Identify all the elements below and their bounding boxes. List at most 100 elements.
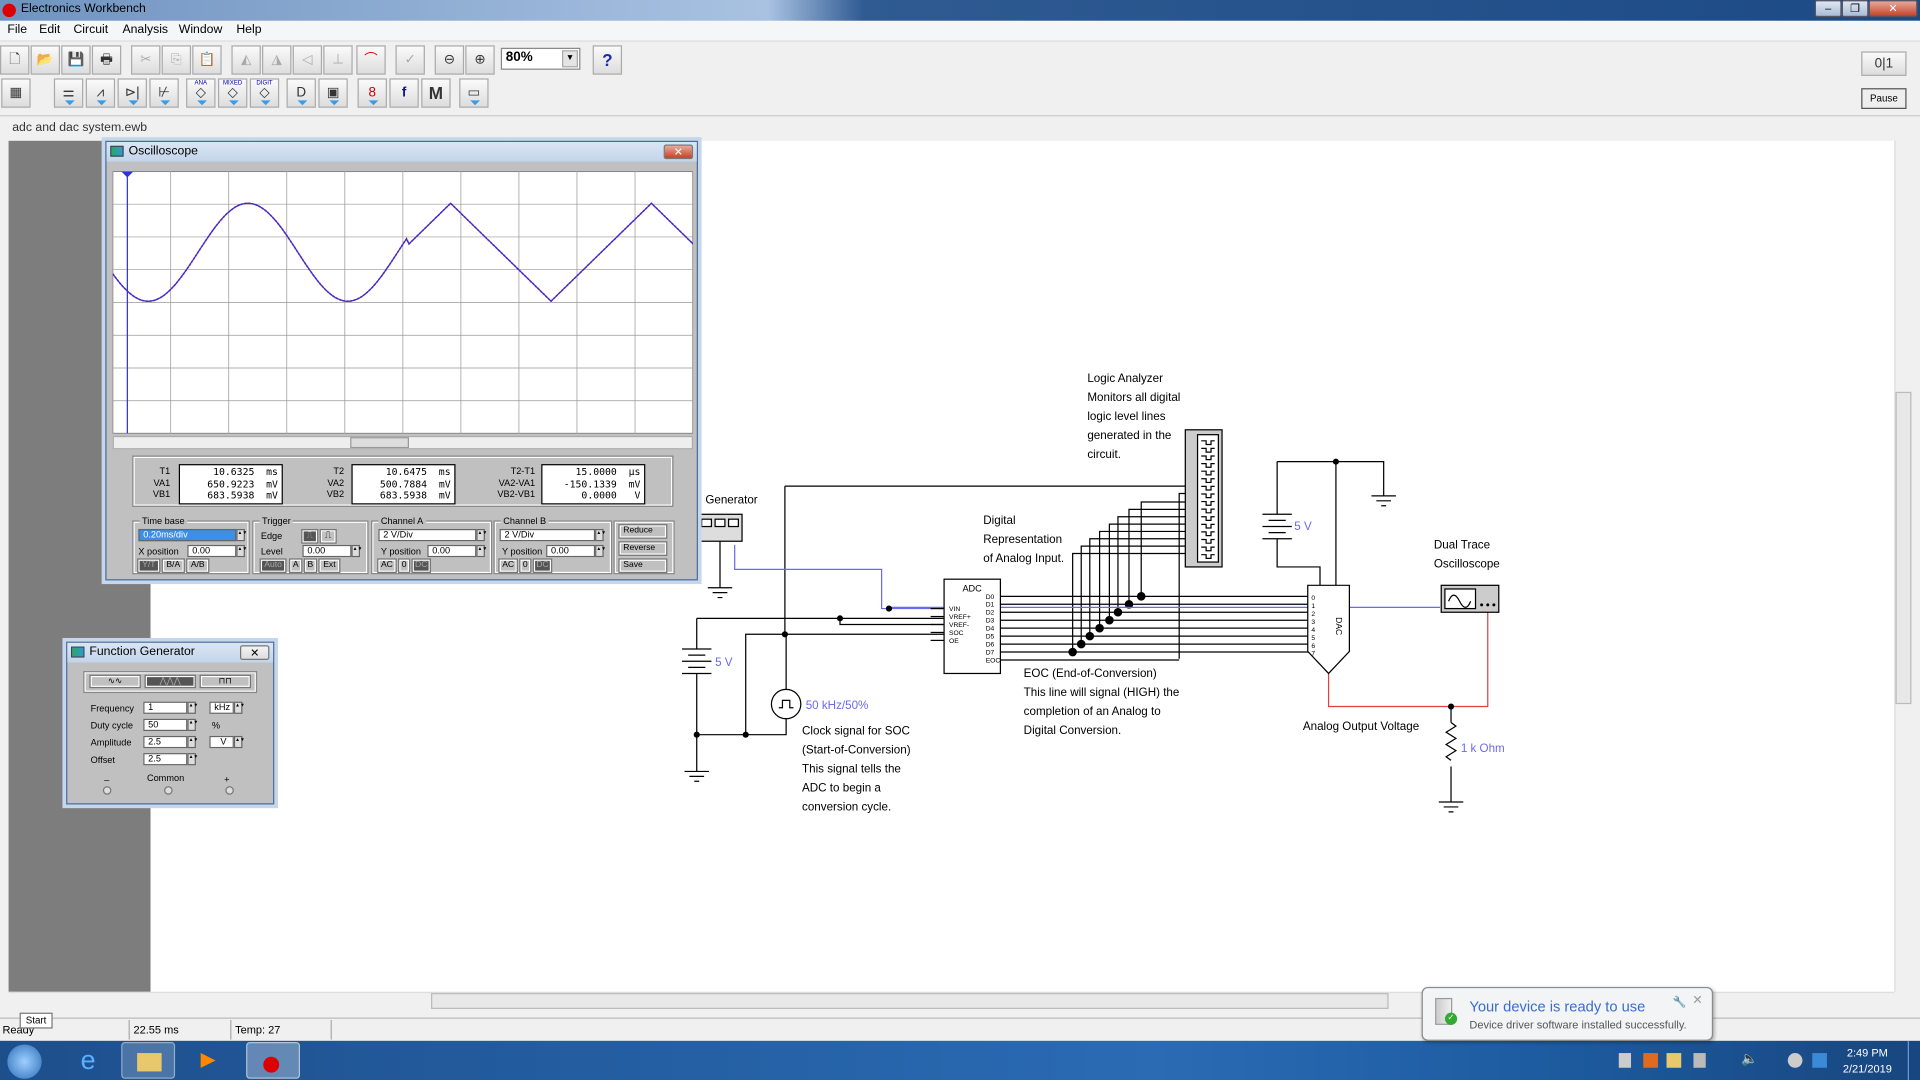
analog-ics-bin-icon[interactable]: ANA ◇: [186, 78, 216, 108]
controls-bin-icon[interactable]: f: [389, 78, 419, 108]
frequency-unit[interactable]: kHz: [209, 701, 234, 714]
subcircuit-icon[interactable]: ✓: [395, 45, 425, 75]
flip-vertical-icon[interactable]: ◁: [292, 45, 323, 75]
restore-button[interactable]: ❐: [1841, 0, 1869, 18]
mode-ab-button[interactable]: A/B: [186, 558, 210, 574]
frequency-spinner[interactable]: ▲▼: [187, 701, 198, 714]
offset-field[interactable]: 2.5: [143, 753, 188, 766]
xpos-field[interactable]: 0.00: [187, 544, 237, 558]
trigger-level-field[interactable]: 0.00: [302, 544, 352, 558]
menu-file[interactable]: File: [7, 23, 27, 36]
network-icon[interactable]: [1787, 1053, 1803, 1068]
trigger-ext-button[interactable]: Ext: [318, 558, 341, 574]
offset-spinner[interactable]: ▲▼: [187, 753, 198, 766]
duty-spinner[interactable]: ▲▼: [187, 718, 198, 732]
device-ready-icon[interactable]: [1693, 1053, 1706, 1068]
channel-a-scale-spinner[interactable]: ▲▼: [476, 528, 487, 542]
basic-bin-icon[interactable]: ⩘: [85, 78, 116, 108]
pause-button[interactable]: Pause: [1861, 88, 1907, 109]
settings-wrench-icon[interactable]: 🔧: [1673, 996, 1687, 1009]
rising-edge-icon[interactable]: ⎍: [301, 528, 319, 544]
chevron-down-icon[interactable]: ▼: [562, 50, 578, 68]
sine-wave-button[interactable]: ∿∿: [89, 674, 141, 689]
channel-a-dc-button[interactable]: DC: [411, 558, 432, 574]
miscellaneous-bin-icon[interactable]: M: [421, 78, 451, 108]
open-icon[interactable]: 📂: [30, 45, 61, 75]
internet-explorer-icon[interactable]: e: [61, 1042, 115, 1079]
save-icon[interactable]: 💾: [61, 45, 91, 75]
frequency-unit-spinner[interactable]: ▲▼: [233, 701, 245, 714]
close-icon[interactable]: ✕: [1692, 994, 1702, 1007]
trigger-auto-button[interactable]: Auto: [259, 558, 287, 574]
analysis-graphs-icon[interactable]: ⌒: [356, 45, 386, 75]
menu-circuit[interactable]: Circuit: [73, 23, 108, 36]
power-switch-icon[interactable]: 0|1: [1861, 51, 1907, 76]
frequency-field[interactable]: 1: [143, 701, 188, 714]
electronics-workbench-taskbar-icon[interactable]: [246, 1042, 301, 1079]
amplitude-unit-spinner[interactable]: ▲▼: [233, 735, 245, 749]
oscilloscope-component[interactable]: [1440, 584, 1500, 613]
amplitude-spinner[interactable]: ▲▼: [187, 735, 198, 749]
component-properties-icon[interactable]: ⊥: [323, 45, 353, 75]
vertical-scroll-thumb[interactable]: [1895, 391, 1912, 705]
triangle-wave-button[interactable]: ⋀⋀⋀: [144, 674, 196, 689]
system-clock[interactable]: 2:49 PM 2/21/2019: [1837, 1046, 1898, 1078]
function-generator-titlebar[interactable]: Function Generator ✕: [67, 642, 274, 663]
scope-screen[interactable]: [112, 171, 694, 434]
channel-b-scale[interactable]: 2 V/Div: [499, 528, 596, 542]
menu-edit[interactable]: Edit: [39, 23, 60, 36]
scope-scrollbar[interactable]: [112, 435, 694, 450]
show-desktop-button[interactable]: [1907, 1040, 1920, 1080]
square-wave-button[interactable]: ⊓⊓: [199, 674, 252, 689]
copy-icon[interactable]: ⎘: [161, 45, 192, 75]
reduce-button[interactable]: Reduce: [618, 524, 668, 539]
new-icon[interactable]: 🗋: [0, 45, 30, 75]
oscilloscope-titlebar[interactable]: Oscilloscope ✕: [106, 142, 697, 162]
flip-horizontal-icon[interactable]: ◮: [262, 45, 292, 75]
channel-a-scale[interactable]: 2 V/Div: [378, 528, 477, 542]
volume-icon[interactable]: 🔈: [1741, 1051, 1758, 1067]
horizontal-scroll-thumb[interactable]: [431, 993, 1389, 1009]
channel-b-ypos-spinner[interactable]: ▲▼: [595, 544, 606, 558]
sources-bin-icon[interactable]: ⚌: [53, 78, 84, 108]
zoom-select[interactable]: 80% ▼: [500, 47, 581, 70]
channel-b-zero-button[interactable]: 0: [519, 558, 532, 574]
instruments-bin-icon[interactable]: ▭: [459, 78, 489, 108]
timebase-spinner[interactable]: ▲▼: [236, 528, 247, 542]
channel-a-ypos-spinner[interactable]: ▲▼: [476, 544, 487, 558]
digital-ics-bin-icon[interactable]: DIGIT ◇: [249, 78, 280, 108]
tray-app-icon[interactable]: [1643, 1053, 1658, 1068]
cut-icon[interactable]: ✂: [131, 45, 161, 75]
logic-gates-bin-icon[interactable]: D: [286, 78, 316, 108]
logic-analyzer-component[interactable]: [1184, 429, 1223, 568]
transistors-bin-icon[interactable]: ⊬: [149, 78, 179, 108]
zoom-out-icon[interactable]: ⊖: [434, 45, 465, 75]
trigger-a-button[interactable]: A: [288, 558, 303, 574]
start-button[interactable]: [7, 1044, 42, 1079]
minimize-button[interactable]: –: [1814, 0, 1842, 18]
media-player-icon[interactable]: ▶: [181, 1042, 235, 1079]
duty-field[interactable]: 50: [143, 718, 188, 732]
plus-terminal[interactable]: [225, 786, 234, 795]
channel-b-ypos[interactable]: 0.00: [546, 544, 596, 558]
channel-b-ac-button[interactable]: AC: [498, 558, 518, 574]
mode-ba-button[interactable]: B/A: [161, 558, 185, 574]
common-terminal[interactable]: [164, 786, 173, 795]
close-button[interactable]: ✕: [1868, 0, 1918, 18]
amplitude-unit[interactable]: V: [209, 735, 234, 749]
channel-a-zero-button[interactable]: 0: [397, 558, 411, 574]
minus-terminal[interactable]: [102, 786, 112, 795]
xpos-spinner[interactable]: ▲▼: [236, 544, 247, 558]
clock-source[interactable]: [770, 688, 802, 720]
scope-scroll-thumb[interactable]: [350, 437, 409, 449]
usb-device-icon[interactable]: [1618, 1053, 1632, 1068]
save-button[interactable]: Save: [618, 558, 668, 574]
falling-edge-icon[interactable]: ⎍: [319, 528, 337, 544]
indicators-bin-icon[interactable]: 8: [357, 78, 387, 108]
tray-tool-icon[interactable]: [1666, 1053, 1682, 1068]
level-spinner[interactable]: ▲▼: [351, 544, 362, 558]
paste-icon[interactable]: 📋: [192, 45, 222, 75]
device-ready-notification[interactable]: ✓ Your device is ready to use Device dri…: [1421, 986, 1714, 1041]
close-icon[interactable]: ✕: [663, 144, 694, 160]
channel-b-scale-spinner[interactable]: ▲▼: [595, 528, 606, 542]
